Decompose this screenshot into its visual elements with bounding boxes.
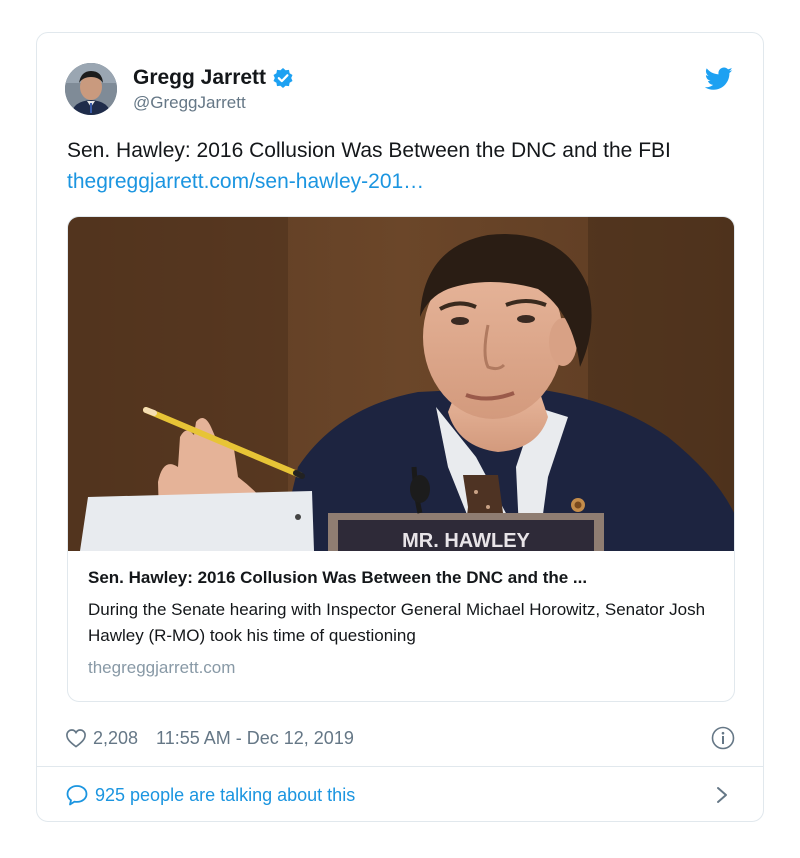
- divider: [37, 766, 763, 767]
- link-preview-body: Sen. Hawley: 2016 Collusion Was Between …: [88, 567, 716, 679]
- tweet-card[interactable]: Gregg Jarrett @GreggJarrett Sen. Hawley:…: [36, 32, 764, 822]
- tweet-meta-row: 2,208 11:55 AM - Dec 12, 2019: [65, 725, 735, 751]
- avatar[interactable]: [65, 63, 117, 115]
- twitter-bird-icon[interactable]: [704, 67, 733, 91]
- link-preview-title[interactable]: Sen. Hawley: 2016 Collusion Was Between …: [88, 567, 716, 589]
- tweet-body: Sen. Hawley: 2016 Collusion Was Between …: [67, 139, 671, 162]
- like-count[interactable]: 2,208: [93, 728, 138, 749]
- handle[interactable]: @GreggJarrett: [133, 92, 294, 114]
- link-preview-image[interactable]: MR. HAWLEY: [68, 217, 734, 551]
- heart-icon[interactable]: [65, 728, 87, 748]
- timestamp[interactable]: 11:55 AM - Dec 12, 2019: [156, 728, 354, 749]
- conversation-row[interactable]: 925 people are talking about this: [65, 781, 735, 809]
- verified-badge-icon: [272, 67, 294, 89]
- tweet-text: Sen. Hawley: 2016 Collusion Was Between …: [67, 135, 727, 197]
- nameplate-text: MR. HAWLEY: [402, 530, 530, 551]
- chevron-right-icon[interactable]: [715, 785, 729, 805]
- user-block: Gregg Jarrett @GreggJarrett: [133, 65, 294, 114]
- info-icon[interactable]: [711, 726, 735, 750]
- tweet-link[interactable]: thegreggjarrett.com/sen-hawley-201…: [67, 170, 424, 193]
- link-preview-domain: thegreggjarrett.com: [88, 658, 236, 677]
- conversation-link[interactable]: 925 people are talking about this: [95, 785, 355, 806]
- tweet-header: Gregg Jarrett @GreggJarrett: [65, 61, 735, 121]
- link-preview-description: During the Senate hearing with Inspector…: [88, 600, 706, 645]
- speech-bubble-icon: [65, 784, 89, 806]
- display-name[interactable]: Gregg Jarrett: [133, 65, 266, 91]
- link-preview-card[interactable]: MR. HAWLEY Sen. Hawley: 2016 Collusion W…: [67, 216, 735, 702]
- name-row: Gregg Jarrett: [133, 65, 294, 91]
